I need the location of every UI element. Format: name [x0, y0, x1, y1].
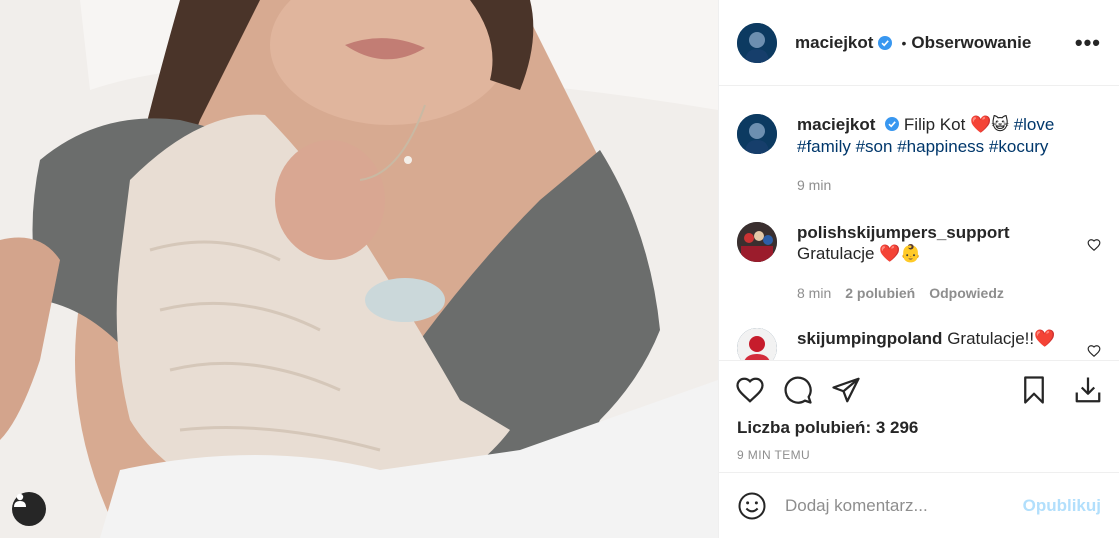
photo-illustration	[0, 0, 718, 538]
caption-time[interactable]: 9 min	[797, 175, 831, 196]
publish-button[interactable]: Opublikuj	[1023, 496, 1101, 516]
comment-likes[interactable]: 2 polubień	[845, 283, 915, 304]
person-icon	[14, 493, 26, 507]
separator-dot: •	[901, 34, 907, 51]
avatar-image	[737, 328, 777, 360]
comment-username[interactable]: skijumpingpoland	[797, 329, 942, 348]
avatar-image	[737, 22, 777, 63]
share-paper-plane-icon[interactable]	[831, 375, 861, 405]
hashtag-kocury[interactable]: #kocury	[989, 137, 1049, 156]
avatar-image	[737, 114, 777, 154]
comment-username[interactable]: polishskijumpers_support	[797, 223, 1010, 242]
download-icon[interactable]	[1073, 375, 1103, 405]
comments-list[interactable]: maciejkot Filip Kot ❤️😺 #love #family #s…	[719, 86, 1119, 360]
comment-emojis: ❤️👶	[879, 244, 922, 264]
verified-badge-icon	[885, 117, 900, 131]
post-header: maciejkot • Obserwowanie •••	[719, 0, 1119, 86]
post-actions	[719, 360, 1119, 418]
like-comment-heart-icon[interactable]	[1087, 238, 1101, 252]
caption-emojis: ❤️😺	[970, 115, 1009, 135]
reply-button[interactable]: Odpowiedz	[929, 283, 1004, 304]
hashtag-family[interactable]: #family	[797, 137, 851, 156]
like-heart-icon[interactable]	[735, 375, 765, 405]
comment-emojis: ❤️	[1034, 329, 1056, 349]
verified-badge-icon	[878, 35, 893, 50]
likes-count[interactable]: Liczba polubień: 3 296	[719, 418, 1119, 438]
post-time-ago[interactable]: 9 MIN TEMU	[719, 438, 1119, 472]
post-side-panel: maciejkot • Obserwowanie ••• maciejkot F…	[718, 0, 1119, 538]
save-bookmark-icon[interactable]	[1019, 375, 1049, 405]
hashtag-love[interactable]: #love	[1014, 115, 1055, 134]
comment-bubble-icon[interactable]	[783, 375, 813, 405]
hashtag-son[interactable]: #son	[856, 137, 893, 156]
commenter-avatar[interactable]	[737, 328, 777, 360]
avatar-image	[737, 222, 777, 262]
comment-text: Gratulacje	[797, 244, 875, 263]
more-options-icon[interactable]: •••	[1075, 30, 1101, 56]
comment-item: polishskijumpers_support Gratulacje ❤️👶 …	[737, 222, 1101, 304]
following-button[interactable]: Obserwowanie	[911, 33, 1031, 53]
author-username[interactable]: maciejkot	[795, 33, 873, 53]
comment-time[interactable]: 8 min	[797, 283, 831, 304]
caption-text: Filip Kot	[903, 115, 966, 134]
caption-username[interactable]: maciejkot	[797, 115, 875, 134]
author-avatar[interactable]	[737, 22, 777, 63]
add-comment-bar: Dodaj komentarz... Opublikuj	[719, 472, 1119, 538]
post-photo[interactable]	[0, 0, 718, 538]
like-comment-heart-icon[interactable]	[1087, 344, 1101, 358]
comment-input[interactable]: Dodaj komentarz...	[785, 496, 1023, 516]
comment-item: skijumpingpoland Gratulacje!!❤️	[737, 328, 1101, 360]
commenter-avatar[interactable]	[737, 222, 777, 262]
caption: maciejkot Filip Kot ❤️😺 #love #family #s…	[737, 114, 1101, 196]
emoji-smiley-icon[interactable]	[737, 491, 767, 521]
comment-text: Gratulacje!!	[947, 329, 1035, 348]
hashtag-happiness[interactable]: #happiness	[897, 137, 984, 156]
caption-author-avatar[interactable]	[737, 114, 777, 154]
tagged-user-icon[interactable]	[12, 492, 46, 526]
